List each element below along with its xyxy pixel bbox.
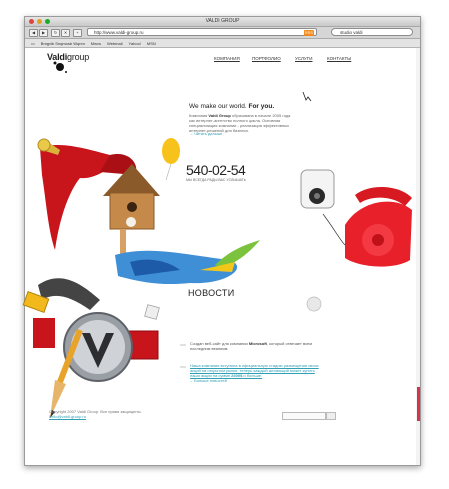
intro-text: Компания Valdi Group образована в начале… [189, 113, 297, 133]
footer: Copyright 2007 Valdi Group. Все права за… [49, 409, 142, 419]
red-telephone-icon [345, 187, 412, 267]
ink-splash-top [53, 61, 67, 73]
nav-services[interactable]: УСЛУГИ [295, 56, 312, 61]
motto-text: We make our world. [189, 103, 249, 110]
news-brand: 2400$ [231, 373, 243, 378]
paper-ball-icon [306, 296, 322, 312]
all-news-label: Больше новостей [194, 378, 227, 383]
footer-search-input[interactable] [282, 412, 326, 420]
news-brand: Microsoft [248, 341, 267, 346]
motto-emphasis: For you. [248, 103, 275, 110]
motto: We make our world. For you. [189, 103, 274, 110]
logo-name-bold: Valdi [47, 52, 68, 62]
phone-number: 540-02-54 [186, 162, 246, 178]
all-news-link[interactable]: → Больше новостей [189, 378, 227, 383]
news-heading: НОВОСТИ [188, 288, 235, 298]
nav-portfolio[interactable]: ПОРТФОЛИО [252, 56, 281, 61]
footer-email-link[interactable]: hello@valdi-group.ru [49, 414, 142, 419]
phone-caption: МЫ ВСЕГДА РАДЫ ВАС УСЛЫШАТЬ [186, 178, 247, 182]
news-item[interactable]: Наша компания вступила в официальную ста… [190, 363, 320, 378]
splash-collage [115, 240, 260, 285]
read-more-link[interactable]: → Читать дальше [189, 131, 222, 136]
yellow-balloon [162, 138, 180, 164]
logo-name-light: group [67, 52, 90, 62]
news-item[interactable]: Создан веб-сайт для компании Microsoft, … [190, 341, 320, 351]
dice-icon [144, 304, 160, 320]
nav-company[interactable]: КОМПАНИЯ [214, 56, 240, 61]
footer-search-button[interactable] [326, 412, 336, 420]
cursor-icon [302, 91, 312, 102]
arrow-line [322, 213, 346, 246]
nav-contacts[interactable]: КОНТАКТЫ [327, 56, 351, 61]
camera-icon [300, 169, 335, 209]
news-text-end: и больше. [242, 373, 263, 378]
read-more-label: Читать дальше [194, 131, 223, 136]
logo[interactable]: Valdigroup [47, 52, 89, 62]
